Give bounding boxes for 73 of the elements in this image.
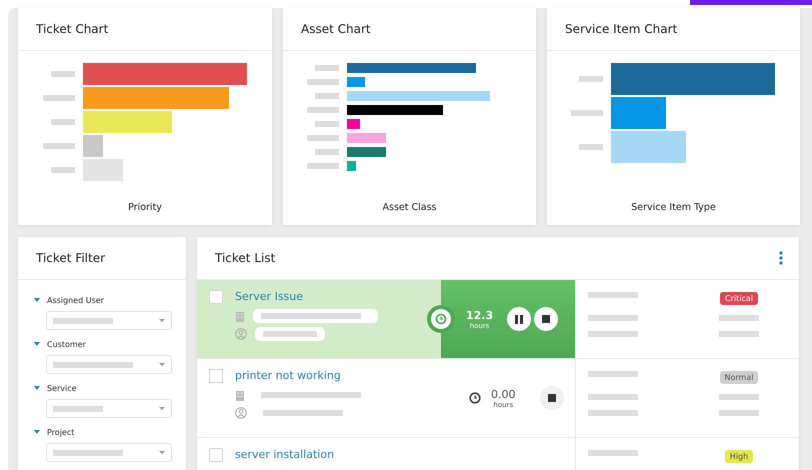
filter-label: Customer bbox=[47, 340, 86, 349]
placeholder-label bbox=[307, 163, 339, 169]
chart-bar bbox=[347, 133, 386, 143]
hours-value: 0.00 bbox=[491, 388, 516, 400]
filter-label: Assigned User bbox=[47, 296, 104, 305]
filter-label: Project bbox=[47, 428, 74, 437]
card-title: Service Item Chart bbox=[565, 22, 678, 36]
pause-icon bbox=[515, 314, 524, 324]
stop-icon bbox=[548, 394, 556, 402]
placeholder-label bbox=[307, 79, 339, 85]
dropdown-field[interactable] bbox=[46, 399, 172, 418]
caret-icon[interactable] bbox=[34, 386, 40, 391]
priority-badge: Critical bbox=[720, 292, 758, 305]
ticket-title-link[interactable]: printer not working bbox=[235, 369, 380, 382]
caret-icon bbox=[159, 450, 165, 454]
checkbox[interactable] bbox=[209, 448, 223, 462]
card-title: Asset Chart bbox=[301, 22, 371, 36]
stop-button[interactable] bbox=[534, 307, 558, 331]
caret-icon bbox=[159, 318, 165, 322]
filter-label: Service bbox=[47, 384, 77, 393]
chart-bar bbox=[347, 77, 365, 87]
card-title: Ticket Chart bbox=[36, 22, 108, 36]
person-icon bbox=[235, 407, 247, 419]
chart-bar bbox=[347, 161, 356, 171]
placeholder-label bbox=[42, 143, 74, 149]
placeholder-label bbox=[42, 95, 74, 101]
chart-bar bbox=[611, 97, 666, 129]
axis-label: Priority bbox=[128, 202, 162, 213]
building-icon bbox=[235, 390, 245, 400]
placeholder-label bbox=[571, 110, 603, 116]
dropdown-field[interactable] bbox=[46, 443, 172, 462]
stop-icon bbox=[542, 315, 550, 323]
caret-icon[interactable] bbox=[34, 430, 40, 435]
placeholder-label bbox=[315, 65, 339, 71]
axis-label: Asset Class bbox=[382, 202, 436, 213]
axis-label: Service Item Type bbox=[631, 202, 716, 213]
ticket-row[interactable]: server installation High bbox=[197, 438, 799, 470]
caret-icon[interactable] bbox=[34, 298, 40, 303]
placeholder-label bbox=[50, 167, 74, 173]
panel-title: Ticket Filter bbox=[36, 251, 106, 265]
caret-icon bbox=[159, 362, 165, 366]
priority-badge: Normal bbox=[720, 371, 758, 384]
placeholder-label bbox=[307, 135, 339, 141]
placeholder-label bbox=[315, 93, 339, 99]
building-icon bbox=[235, 310, 245, 322]
caret-icon[interactable] bbox=[34, 342, 40, 347]
caret-icon bbox=[159, 406, 165, 410]
chart-bar bbox=[82, 135, 102, 157]
priority-badge: High bbox=[724, 450, 754, 463]
checkbox[interactable] bbox=[209, 290, 223, 304]
chart-bar bbox=[347, 147, 386, 157]
more-menu-icon[interactable] bbox=[779, 251, 783, 265]
placeholder-label bbox=[579, 144, 603, 150]
placeholder-label bbox=[315, 121, 339, 127]
progress-ring-icon bbox=[426, 304, 456, 334]
chart-bar bbox=[82, 159, 122, 181]
clock-icon bbox=[469, 392, 481, 404]
placeholder-label bbox=[579, 76, 603, 82]
person-icon bbox=[235, 328, 247, 340]
placeholder-label bbox=[50, 119, 74, 125]
placeholder-label bbox=[315, 149, 339, 155]
placeholder-label bbox=[50, 71, 74, 77]
stop-button[interactable] bbox=[540, 386, 564, 410]
panel-title: Ticket List bbox=[215, 251, 276, 265]
checkbox[interactable] bbox=[209, 369, 223, 383]
placeholder-label bbox=[307, 107, 339, 113]
ticket-title-link[interactable]: server installation bbox=[235, 448, 380, 461]
dropdown-field[interactable] bbox=[46, 311, 172, 330]
chart-bar bbox=[347, 119, 360, 129]
ticket-title-link[interactable]: Server Issue bbox=[235, 290, 378, 303]
pause-button[interactable] bbox=[507, 307, 532, 331]
hours-value: 12.3 bbox=[466, 308, 494, 322]
dropdown-field[interactable] bbox=[46, 355, 172, 374]
